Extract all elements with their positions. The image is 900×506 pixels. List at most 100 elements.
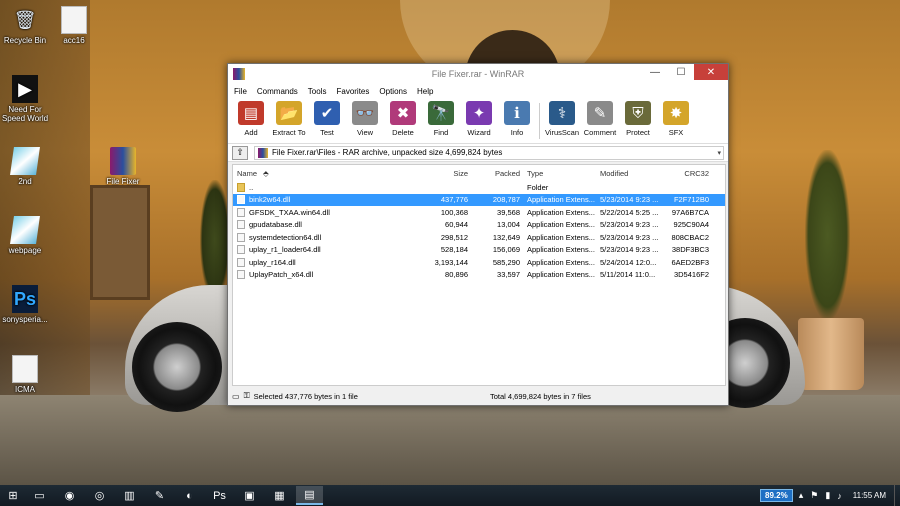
find-icon: 🔭 — [428, 101, 454, 125]
wizard-icon: ✦ — [466, 101, 492, 125]
menu-options[interactable]: Options — [379, 87, 407, 96]
file-list-header: Name ⬘ Size Packed Type Modified CRC32 — [233, 165, 725, 181]
dll-file-icon — [237, 257, 245, 267]
folder-icon — [237, 182, 245, 192]
pdf-icon[interactable]: ✎ — [146, 486, 173, 505]
winrar-icon[interactable]: ▤ — [296, 486, 323, 505]
archive-icon — [258, 147, 268, 158]
extract-to-button[interactable]: 📂 Extract To — [270, 101, 308, 137]
file-list[interactable]: Name ⬘ Size Packed Type Modified CRC32 .… — [232, 164, 726, 386]
drive-icon[interactable]: ▭ — [232, 392, 240, 401]
greenshot-icon[interactable]: ◐ — [176, 486, 203, 505]
volume-icon[interactable]: ♪ — [837, 491, 842, 501]
network-icon[interactable]: ▮ — [825, 490, 830, 501]
desktop-icon-need-for-speed[interactable]: ▶ Need For Speed World — [0, 75, 53, 123]
excel-icon[interactable]: ▦ — [266, 486, 293, 505]
gem-icon — [10, 147, 40, 175]
sfx-icon: ✸ — [663, 101, 689, 125]
table-row[interactable]: systemdetection64.dll 298,512 132,649 Ap… — [233, 231, 725, 244]
start-button[interactable]: ⊞ — [0, 489, 26, 502]
wallpaper-pot — [798, 318, 864, 390]
table-row[interactable]: uplay_r1_loader64.dll 528,184 156,069 Ap… — [233, 244, 725, 257]
column-crc32[interactable]: CRC32 — [664, 169, 709, 178]
folder-icon[interactable]: ▥ — [116, 486, 143, 505]
winrar-window[interactable]: File Fixer.rar - WinRAR — ☐ ✕ File Comma… — [227, 63, 729, 406]
table-row[interactable]: GFSDK_TXAA.win64.dll 100,368 39,568 Appl… — [233, 206, 725, 219]
document-icon — [12, 355, 38, 383]
desktop-icon-sonysperia[interactable]: Ps sonysperia... — [0, 285, 53, 324]
winrar-archive-icon — [110, 147, 136, 175]
address-bar: ⇧ File Fixer.rar\Files - RAR archive, un… — [228, 144, 728, 162]
status-bar: ▭ ⚿ Selected 437,776 bytes in 1 file Tot… — [232, 389, 726, 403]
test-button[interactable]: ✔ Test — [308, 101, 346, 137]
show-desktop-button[interactable] — [894, 485, 900, 506]
document-icon — [61, 6, 87, 34]
wallpaper-wheel — [132, 322, 222, 412]
photoshop-icon[interactable]: Ps — [206, 486, 233, 505]
table-row[interactable]: gpudatabase.dll 60,944 13,004 Applicatio… — [233, 219, 725, 232]
app-icon[interactable]: ▣ — [236, 486, 263, 505]
find-button[interactable]: 🔭 Find — [422, 101, 460, 137]
menu-help[interactable]: Help — [417, 87, 433, 96]
status-selected: Selected 437,776 bytes in 1 file — [253, 391, 358, 401]
gem-icon — [10, 216, 40, 244]
info-button[interactable]: ℹ Info — [498, 101, 536, 137]
column-size[interactable]: Size — [428, 169, 468, 178]
close-button[interactable]: ✕ — [694, 64, 728, 80]
protect-button[interactable]: ⛨ Protect — [619, 101, 657, 137]
menu-file[interactable]: File — [234, 87, 247, 96]
desktop-icon-webpage[interactable]: webpage — [0, 216, 53, 255]
windows-icon: ⊞ — [8, 490, 18, 502]
chevron-down-icon[interactable]: ▾ — [717, 149, 721, 157]
up-folder-button[interactable]: ⇧ — [232, 145, 248, 160]
explorer-icon[interactable]: ▭ — [26, 486, 53, 505]
desktop-icon-2nd[interactable]: 2nd — [0, 147, 53, 186]
desktop-icon-icma[interactable]: ICMA — [0, 355, 53, 394]
archive-path[interactable]: File Fixer.rar\Files - RAR archive, unpa… — [254, 145, 724, 160]
menu-favorites[interactable]: Favorites — [336, 87, 369, 96]
comment-button[interactable]: ✎ Comment — [581, 101, 619, 137]
chrome-icon[interactable]: ◎ — [86, 486, 113, 505]
menu-commands[interactable]: Commands — [257, 87, 298, 96]
wallpaper-ground — [0, 395, 900, 485]
toolbar-separator — [539, 103, 540, 139]
photoshop-file-icon: Ps — [12, 285, 38, 313]
key-icon[interactable]: ⚿ — [244, 391, 250, 401]
extract-icon: 📂 — [276, 101, 302, 125]
column-name[interactable]: Name ⬘ — [233, 169, 428, 178]
flag-icon[interactable]: ⚑ — [810, 490, 818, 501]
virusscan-button[interactable]: ⚕ VirusScan — [543, 101, 581, 137]
firefox-icon[interactable]: ◉ — [56, 486, 83, 505]
desktop-icon-acc16[interactable]: acc16 — [46, 6, 102, 45]
view-button[interactable]: 👓 View — [346, 101, 384, 137]
chevron-up-icon[interactable]: ▴ — [799, 490, 804, 501]
title-bar[interactable]: File Fixer.rar - WinRAR — ☐ ✕ — [228, 64, 728, 84]
delete-button[interactable]: ✖ Delete — [384, 101, 422, 137]
table-row[interactable]: uplay_r164.dll 3,193,144 585,290 Applica… — [233, 256, 725, 269]
status-total: Total 4,699,824 bytes in 7 files — [490, 391, 591, 401]
column-type[interactable]: Type — [520, 169, 600, 178]
sfx-button[interactable]: ✸ SFX — [657, 101, 695, 137]
dll-file-icon — [237, 270, 245, 280]
desktop-icon-file-fixer[interactable]: File Fixer — [95, 147, 151, 186]
dll-file-icon — [237, 245, 245, 255]
table-row[interactable]: UplayPatch_x64.dll 80,896 33,597 Applica… — [233, 269, 725, 282]
dll-file-icon — [237, 195, 245, 205]
sort-icon: ⬘ — [263, 168, 269, 178]
wizard-button[interactable]: ✦ Wizard — [460, 101, 498, 137]
column-packed[interactable]: Packed — [468, 169, 520, 178]
wallpaper-tree-small — [200, 180, 230, 300]
taskbar: ⊞ ▭ ◉ ◎ ▥ ✎ ◐ Ps ▣ ▦ ▤ 89.2% ▴ ⚑ ▮ ♪ 11:… — [0, 485, 900, 506]
add-button[interactable]: ▤ Add — [232, 101, 270, 137]
wallpaper-door — [90, 185, 150, 300]
column-modified[interactable]: Modified — [600, 169, 664, 178]
minimize-button[interactable]: — — [642, 64, 668, 80]
battery-indicator[interactable]: 89.2% — [760, 489, 793, 502]
menu-tools[interactable]: Tools — [308, 87, 327, 96]
table-row-parent-folder[interactable]: .. Folder — [233, 181, 725, 194]
maximize-button[interactable]: ☐ — [668, 64, 694, 80]
clock[interactable]: 11:55 AM — [853, 491, 886, 500]
menu-bar: File Commands Tools Favorites Options He… — [228, 84, 728, 98]
toolbar: ▤ Add 📂 Extract To ✔ Test 👓 View ✖ Delet… — [228, 98, 728, 144]
table-row-selected[interactable]: bink2w64.dll 437,776 208,787 Application… — [233, 193, 725, 206]
